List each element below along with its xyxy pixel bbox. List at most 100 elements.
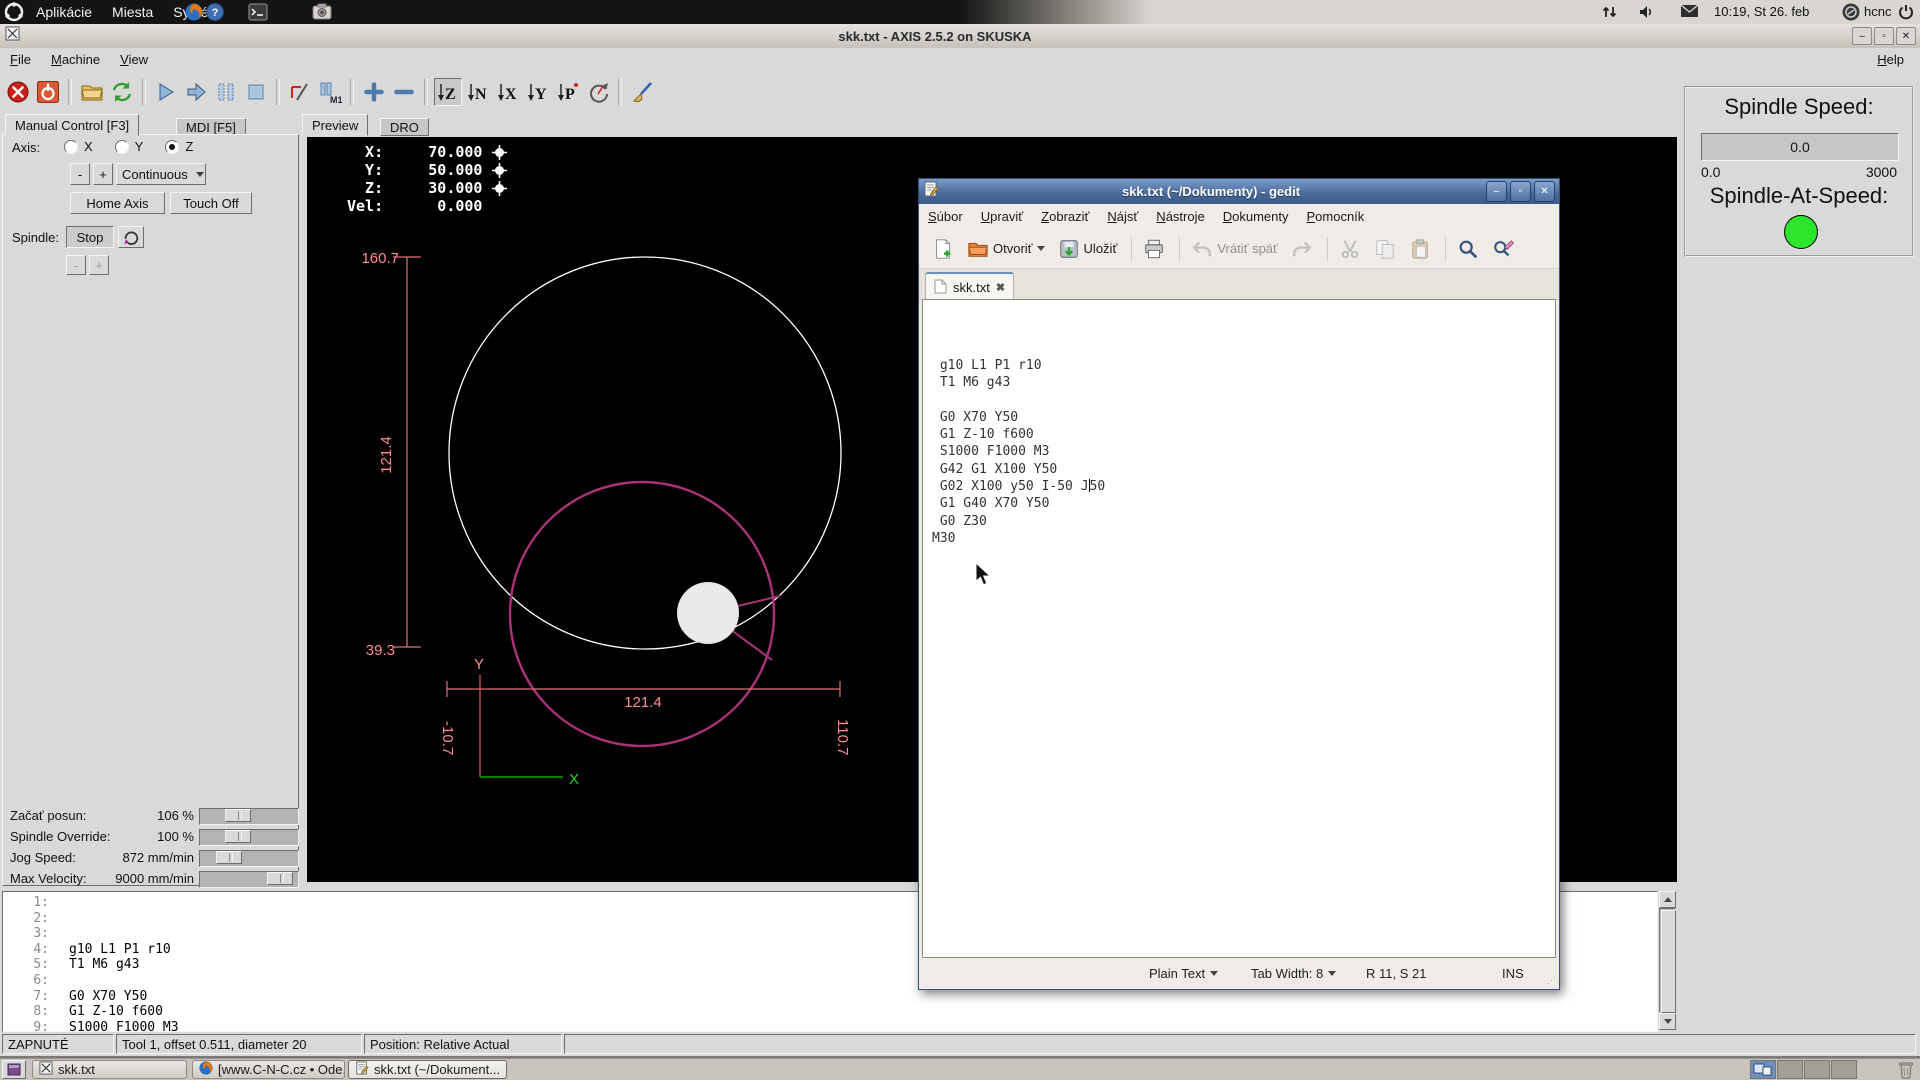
- spindle-plus-button[interactable]: +: [89, 255, 109, 275]
- open-folder-button[interactable]: Otvoriť: [962, 235, 1050, 263]
- gedit-menu-nájsť[interactable]: Nájsť: [1098, 204, 1147, 229]
- step-button[interactable]: [182, 78, 210, 106]
- new-document-button[interactable]: [927, 235, 959, 263]
- panel-menu-aplikácie[interactable]: Aplikácie: [26, 0, 102, 24]
- spindle-minus-button[interactable]: -: [66, 255, 86, 275]
- scroll-down-icon[interactable]: [1659, 1013, 1676, 1030]
- resize-grip[interactable]: ⋰: [1547, 975, 1556, 986]
- gedit-minimize-button[interactable]: –: [1486, 181, 1507, 202]
- gedit-menu-zobraziť[interactable]: Zobraziť: [1032, 204, 1098, 229]
- gedit-maximize-button[interactable]: ▫: [1510, 181, 1531, 202]
- gedit-menu-upraviť[interactable]: Upraviť: [972, 204, 1032, 229]
- view-y-button[interactable]: Y: [524, 78, 552, 106]
- show-desktop-button[interactable]: [2, 1060, 26, 1079]
- tab-manual-control[interactable]: Manual Control [F3]: [5, 114, 139, 136]
- spindle-stop-button[interactable]: Stop: [66, 226, 114, 248]
- trash-icon[interactable]: [1896, 1060, 1916, 1080]
- run-button[interactable]: [152, 78, 180, 106]
- slider-trough[interactable]: [199, 850, 299, 867]
- scroll-up-icon[interactable]: [1659, 891, 1676, 908]
- panel-menu-miesta[interactable]: Miesta: [102, 0, 163, 24]
- taskbar-window-3[interactable]: skk.txt (~/Dokument...: [348, 1060, 507, 1079]
- slider-handle[interactable]: [225, 809, 251, 822]
- optional-pause-button[interactable]: M1: [316, 78, 344, 106]
- gedit-titlebar[interactable]: skk.txt (~/Dokumenty) - gedit – ▫ ✕: [919, 179, 1559, 204]
- tab-dro[interactable]: DRO: [380, 118, 429, 136]
- help-icon[interactable]: ?: [206, 3, 224, 26]
- gedit-close-button[interactable]: ✕: [1534, 181, 1555, 202]
- workspace-1[interactable]: [1750, 1060, 1776, 1079]
- tab-close-icon[interactable]: ✖: [996, 281, 1005, 294]
- slider-handle[interactable]: [225, 830, 251, 843]
- menu-machine[interactable]: Machine: [41, 48, 110, 72]
- axis-radio-x[interactable]: X: [64, 139, 93, 154]
- minimize-button[interactable]: –: [1852, 27, 1872, 45]
- maximize-button[interactable]: ▫: [1874, 27, 1894, 45]
- rotate-view-button[interactable]: [584, 78, 612, 106]
- taskbar-window-2[interactable]: [www.C-N-C.cz • Ode...: [192, 1060, 345, 1079]
- touch-off-button[interactable]: Touch Off: [170, 192, 252, 214]
- machine-power-icon: [36, 80, 60, 104]
- menu-file[interactable]: File: [0, 48, 41, 72]
- jog-plus-button[interactable]: +: [93, 163, 113, 185]
- open-file-button[interactable]: [78, 78, 106, 106]
- workspace-3[interactable]: [1804, 1060, 1830, 1079]
- workspace-2[interactable]: [1777, 1060, 1803, 1079]
- estop-button[interactable]: [4, 78, 32, 106]
- slider-handle[interactable]: [267, 872, 293, 885]
- axis-titlebar[interactable]: skk.txt - AXIS 2.5.2 on SKUSKA – ▫ ✕: [0, 24, 1920, 49]
- slider-trough[interactable]: [199, 871, 299, 888]
- language-select[interactable]: Plain Text: [1149, 966, 1218, 981]
- distro-logo-icon[interactable]: [4, 2, 24, 27]
- firefox-icon[interactable]: [185, 3, 203, 26]
- gedit-menu-nástroje[interactable]: Nástroje: [1147, 204, 1213, 229]
- mail-icon[interactable]: [1680, 3, 1699, 24]
- find-replace-button[interactable]: [1487, 235, 1519, 263]
- close-button[interactable]: ✕: [1896, 27, 1916, 45]
- listing-scrollbar[interactable]: [1659, 891, 1676, 1032]
- jog-minus-button[interactable]: -: [70, 163, 90, 185]
- axis-radio-z[interactable]: Z: [165, 139, 193, 154]
- machine-power-button[interactable]: [34, 78, 62, 106]
- slider-trough[interactable]: [199, 808, 299, 825]
- home-axis-button[interactable]: Home Axis: [70, 192, 165, 214]
- print-button[interactable]: [1138, 235, 1170, 263]
- reload-button[interactable]: [108, 78, 136, 106]
- jog-mode-select[interactable]: Continuous: [116, 163, 206, 185]
- screenshot-icon[interactable]: [312, 2, 332, 27]
- slider-handle[interactable]: [216, 851, 242, 864]
- gedit-menu-pomocník[interactable]: Pomocník: [1297, 204, 1373, 229]
- zoom-out-button[interactable]: [390, 78, 418, 106]
- clock[interactable]: 10:19, St 26. feb: [1714, 0, 1809, 24]
- zoom-in-button[interactable]: [360, 78, 388, 106]
- power-icon[interactable]: [1898, 4, 1914, 25]
- volume-icon[interactable]: [1638, 4, 1655, 25]
- stop-program-button[interactable]: [242, 78, 270, 106]
- pause-button[interactable]: [212, 78, 240, 106]
- view-perspective-button[interactable]: P: [554, 78, 582, 106]
- user-name[interactable]: hcnc: [1864, 0, 1891, 24]
- menu-view[interactable]: View: [110, 48, 158, 72]
- network-icon[interactable]: [1601, 4, 1618, 25]
- tab-preview[interactable]: Preview: [302, 114, 368, 136]
- view-z-rotated-button[interactable]: N: [464, 78, 492, 106]
- gedit-document-tab[interactable]: skk.txt ✖: [925, 272, 1014, 301]
- terminal-icon[interactable]: [248, 2, 268, 27]
- view-x-button[interactable]: X: [494, 78, 522, 106]
- gedit-text-area[interactable]: g10 L1 P1 r10 T1 M6 g43 G0 X70 Y50 G1 Z-…: [922, 299, 1556, 958]
- tab-width-select[interactable]: Tab Width: 8: [1251, 966, 1336, 981]
- save-button[interactable]: Uložiť: [1053, 235, 1123, 263]
- find-button[interactable]: [1452, 235, 1484, 263]
- spindle-brake-button[interactable]: [118, 226, 144, 248]
- clear-plot-button[interactable]: [628, 78, 656, 106]
- gedit-menu-dokumenty[interactable]: Dokumenty: [1214, 204, 1298, 229]
- taskbar-window-1[interactable]: skk.txt: [32, 1060, 187, 1079]
- gedit-menu-súbor[interactable]: Súbor: [919, 204, 972, 229]
- user-avatar[interactable]: [1842, 3, 1860, 26]
- view-z-button[interactable]: Z: [434, 78, 462, 106]
- skip-lines-button[interactable]: [286, 78, 314, 106]
- workspace-4[interactable]: [1831, 1060, 1857, 1079]
- menu-help[interactable]: Help: [1867, 48, 1914, 72]
- slider-trough[interactable]: [199, 829, 299, 846]
- axis-radio-y[interactable]: Y: [115, 139, 144, 154]
